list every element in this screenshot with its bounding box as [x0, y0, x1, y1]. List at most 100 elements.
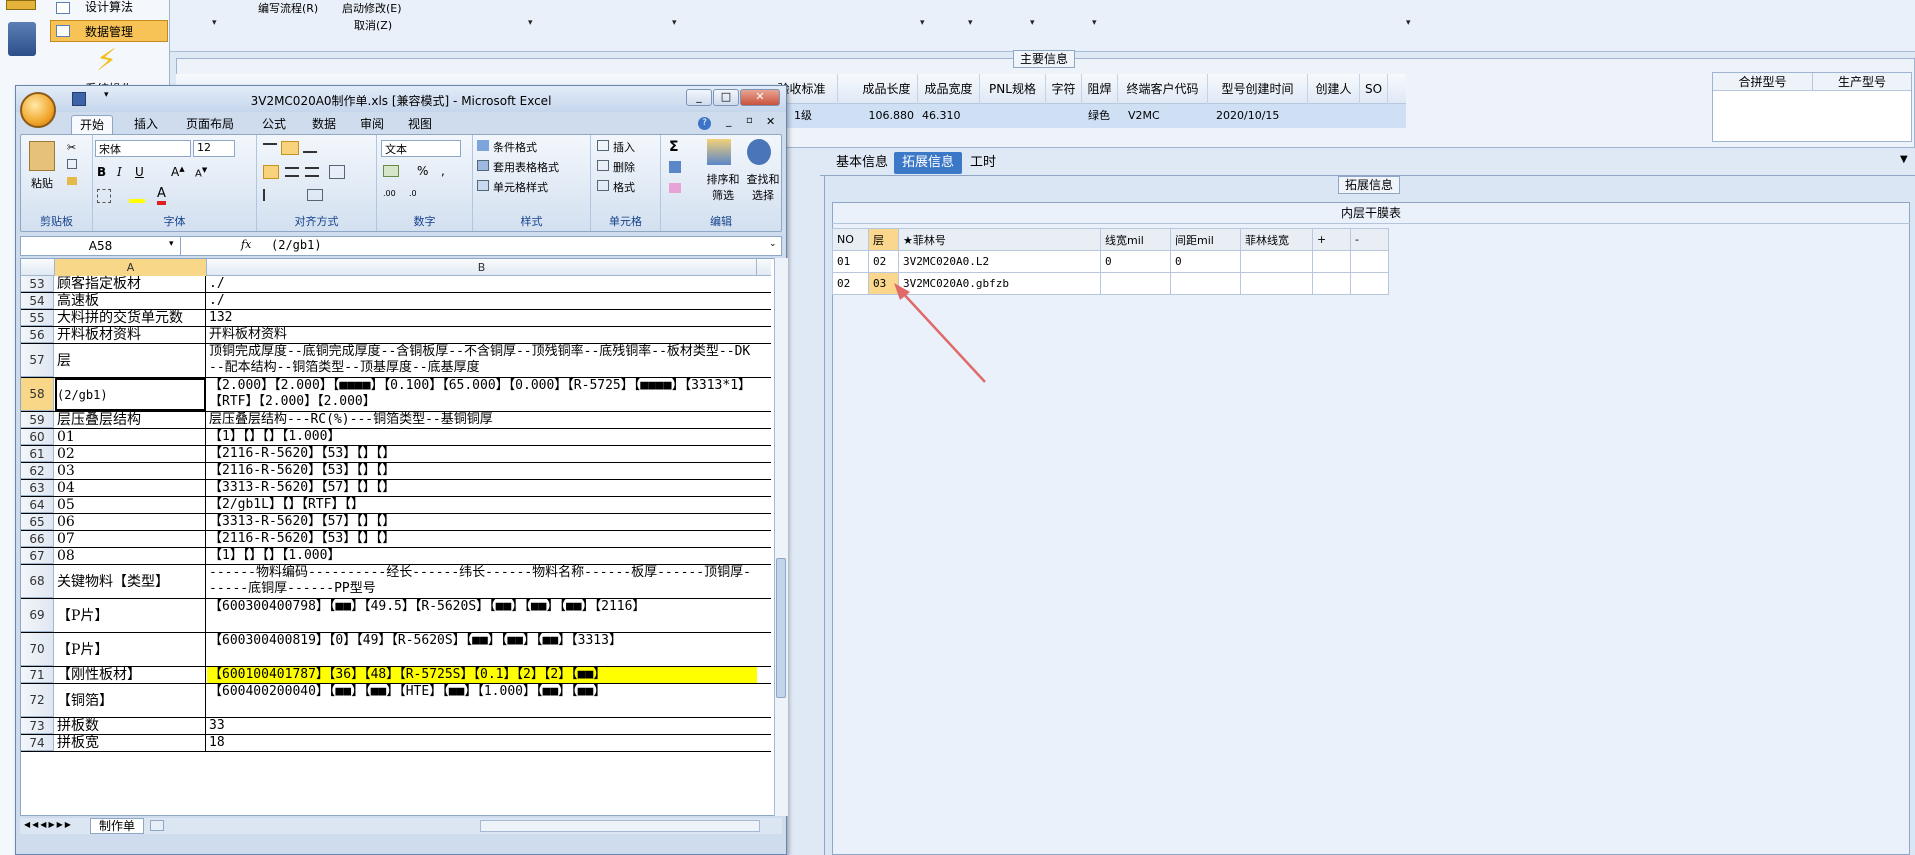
cell-a[interactable]: 大料拼的交货单元数 — [55, 310, 206, 326]
tab-basic-info[interactable]: 基本信息 — [828, 152, 896, 174]
sheet-row[interactable]: 64 05 【2/gb1L】【】【RTF】【】 — [21, 497, 771, 514]
cell-a[interactable]: 04 — [55, 480, 206, 496]
border-icon[interactable] — [97, 189, 111, 203]
cell-a[interactable]: 03 — [55, 463, 206, 479]
cell-b[interactable]: 【2/gb1L】【】【RTF】【】 — [207, 497, 757, 513]
autosum-icon[interactable]: Σ — [669, 139, 679, 155]
grow-font-icon[interactable]: A▲ — [171, 165, 185, 179]
cell-a[interactable]: 01 — [55, 429, 206, 445]
customize-arrow-icon[interactable]: ▾ — [104, 90, 109, 100]
close-button[interactable]: ✕ — [740, 89, 780, 106]
font-name-select[interactable]: 宋体 — [95, 140, 191, 157]
format-as-table-button[interactable]: 套用表格格式 — [493, 159, 559, 175]
row-header[interactable]: 56 — [21, 327, 54, 343]
chevron-down-icon[interactable]: ▼ — [1900, 154, 1908, 165]
cell-layer[interactable]: 02 — [868, 250, 899, 273]
cell-line-width[interactable] — [1100, 272, 1171, 295]
remove-row-button[interactable]: - — [1350, 228, 1389, 251]
sheet-row[interactable]: 71 【刚性板材】 【600100401787】【36】【48】【R-5725S】【… — [21, 667, 771, 684]
sheet-row[interactable]: 61 02 【2116-R-5620】【53】【】【】 — [21, 446, 771, 463]
cell-a[interactable]: 02 — [55, 446, 206, 462]
dropdown-arrow-icon[interactable]: ▾ — [920, 18, 925, 28]
sheet-row[interactable]: 62 03 【2116-R-5620】【53】【】【】 — [21, 463, 771, 480]
sheet-row[interactable]: 63 04 【3313-R-5620】【57】【】【】 — [21, 480, 771, 497]
sheet-row[interactable]: 54 高速板 ./ — [21, 293, 771, 310]
find-select-icon[interactable] — [747, 139, 771, 165]
sheet-row[interactable]: 67 08 【1】【】【】【1.000】 — [21, 548, 771, 565]
tab-data[interactable]: 数据 — [304, 115, 344, 134]
col-no[interactable]: NO — [832, 228, 869, 251]
new-sheet-icon[interactable] — [150, 820, 164, 831]
cell-a[interactable]: 05 — [55, 497, 206, 513]
sheet-row[interactable]: 73 拼板数 33 — [21, 718, 771, 735]
sheet-row[interactable]: 60 01 【1】【】【】【1.000】 — [21, 429, 771, 446]
sheet-row[interactable]: 59 层压叠层结构 层压叠层结构---RC(%)---铜箔类型--基铜铜厚 — [21, 412, 771, 429]
tab-home[interactable]: 开始 — [71, 115, 114, 134]
fill-color-icon[interactable] — [129, 189, 145, 203]
paste-icon[interactable] — [29, 141, 55, 171]
cell-b[interactable]: 【600400200040】【■■】【■■】【HTE】【■■】【1.000】【■… — [207, 684, 757, 717]
grid-header-cell[interactable]: 字符 — [1046, 74, 1082, 104]
help-icon[interactable]: ? — [698, 117, 711, 130]
cell-b[interactable]: 【600300400819】【0】【49】【R-5620S】【■■】【■■】【■… — [207, 633, 757, 666]
sheet-row[interactable]: 72 【铜箔】 【600400200040】【■■】【■■】【HTE】【■■】【1.… — [21, 684, 771, 718]
grid-header-cell[interactable]: PNL规格 — [980, 74, 1046, 104]
sheet-row[interactable]: 53 顾客指定板材 ./ — [21, 276, 771, 293]
cell-b[interactable]: 【2116-R-5620】【53】【】【】 — [207, 531, 757, 547]
delete-cells-button[interactable]: 删除 — [613, 159, 635, 175]
cell-b[interactable]: 【3313-R-5620】【57】【】【】 — [207, 514, 757, 530]
select-all-corner[interactable] — [21, 259, 55, 276]
underline-icon[interactable]: U — [135, 165, 144, 179]
row-header[interactable]: 61 — [21, 446, 54, 462]
tab-view[interactable]: 视图 — [400, 115, 440, 134]
minimize-button[interactable]: _ — [686, 89, 712, 106]
row-header[interactable]: 55 — [21, 310, 54, 326]
col-spacing[interactable]: 间距mil — [1170, 228, 1241, 251]
merge-center-icon[interactable] — [329, 165, 345, 179]
cell-a[interactable]: 开料板材资料 — [55, 327, 206, 343]
cell-b[interactable]: ./ — [207, 293, 757, 309]
row-header[interactable]: 64 — [21, 497, 54, 513]
row-header[interactable]: 69 — [21, 599, 54, 632]
copy-icon[interactable] — [67, 159, 77, 169]
tab-review[interactable]: 审阅 — [352, 115, 392, 134]
cell-a[interactable]: 06 — [55, 514, 206, 530]
cell-b[interactable]: 【2.000】【2.000】【■■■■】【0.100】【65.000】【0.00… — [207, 378, 757, 411]
sheet-tab[interactable]: 制作单 — [90, 818, 145, 834]
dropdown-arrow-icon[interactable]: ▾ — [1406, 18, 1411, 28]
cell-minus[interactable] — [1350, 272, 1389, 295]
ribbon-restore-icon[interactable]: ▫ — [746, 115, 753, 126]
dropdown-arrow-icon[interactable]: ▾ — [1092, 18, 1097, 28]
number-format-select[interactable]: 文本 — [381, 140, 461, 157]
cell-b[interactable]: ./ — [207, 276, 757, 292]
table-row[interactable]: 01 02 3V2MC020A0.L2 0 0 — [832, 250, 1389, 273]
cell-a[interactable]: 顾客指定板材 — [55, 276, 206, 292]
cell-b[interactable]: 【600100401787】【36】【48】【R-5725S】【0.1】【2】【… — [207, 667, 757, 683]
grid-header-cell[interactable]: 成品长度 — [856, 74, 918, 104]
clear-icon[interactable] — [669, 183, 681, 193]
cell-line-width[interactable]: 0 — [1100, 250, 1171, 273]
cell-a[interactable]: 层压叠层结构 — [55, 412, 206, 428]
sheet-row[interactable]: 57 层顶铜完成厚度--底铜完成厚度--含铜板厚--不含铜厚--顶残铜率--底残铜… — [21, 344, 771, 378]
row-header[interactable]: 72 — [21, 684, 54, 717]
menu-start-modify[interactable]: 启动修改(E) — [342, 0, 402, 16]
cell-film-line-width[interactable] — [1240, 272, 1313, 295]
cell-spacing[interactable] — [1170, 272, 1241, 295]
cell-a[interactable]: 07 — [55, 531, 206, 547]
cell-b[interactable]: ------物料编码----------经长------纬长------物料名称… — [207, 565, 757, 598]
cell-a[interactable]: 08 — [55, 548, 206, 564]
cell-spacing[interactable]: 0 — [1170, 250, 1241, 273]
maximize-button[interactable]: □ — [713, 89, 739, 106]
sheet-row[interactable]: 74 拼板宽 18 — [21, 735, 771, 752]
col-line-width[interactable]: 线宽mil — [1100, 228, 1171, 251]
currency-icon[interactable] — [383, 165, 399, 177]
ribbon-minimize-icon[interactable]: _ — [726, 114, 732, 127]
cell-no[interactable]: 01 — [832, 250, 869, 273]
cell-a[interactable]: 【刚性板材】 — [55, 667, 206, 683]
dropdown-arrow-icon[interactable]: ▾ — [212, 18, 217, 28]
menu-edit-flow[interactable]: 编写流程(R) — [258, 0, 318, 16]
cut-icon[interactable]: ✂ — [67, 141, 76, 154]
sheet-row[interactable]: 65 06 【3313-R-5620】【57】【】【】 — [21, 514, 771, 531]
cell-a[interactable]: 拼板数 — [55, 718, 206, 734]
sheet-row[interactable]: 68 关键物料【类型】 ------物料编码----------经长------纬长… — [21, 565, 771, 599]
